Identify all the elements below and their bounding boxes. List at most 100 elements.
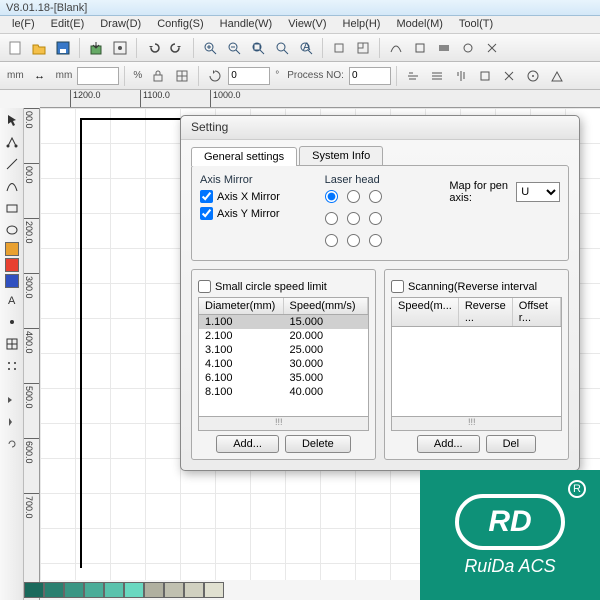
- laser-head-radio-bl[interactable]: [325, 234, 338, 247]
- scrollbar-horizontal-2[interactable]: [391, 417, 562, 431]
- width-input[interactable]: [77, 67, 119, 85]
- swatch[interactable]: [44, 582, 64, 598]
- laser-head-radio-tr[interactable]: [369, 190, 382, 203]
- swatch[interactable]: [184, 582, 204, 598]
- new-file-icon[interactable]: [4, 37, 26, 59]
- swatch[interactable]: [164, 582, 184, 598]
- table-row[interactable]: 2.10020.000: [199, 329, 368, 343]
- swatch[interactable]: [204, 582, 224, 598]
- color-swatch-blue[interactable]: [5, 274, 19, 288]
- menu-config[interactable]: Config(S): [149, 16, 211, 33]
- rotate-input[interactable]: [228, 67, 270, 85]
- laser-head-radio-bc[interactable]: [347, 234, 360, 247]
- menu-help[interactable]: Help(H): [335, 16, 389, 33]
- col-speed[interactable]: Speed(mm/s): [284, 298, 369, 314]
- tab-general-settings[interactable]: General settings: [191, 147, 297, 166]
- swatch[interactable]: [144, 582, 164, 598]
- rotate-tool-icon[interactable]: [2, 434, 22, 454]
- table-row[interactable]: 3.10025.000: [199, 343, 368, 357]
- align6-icon[interactable]: [522, 65, 544, 87]
- ellipse-tool-icon[interactable]: [2, 220, 22, 240]
- menu-handle[interactable]: Handle(W): [212, 16, 281, 33]
- scanning-checkbox[interactable]: Scanning(Reverse interval: [391, 280, 562, 293]
- laser-head-radio-mr[interactable]: [369, 212, 382, 225]
- laser-head-radio-tl[interactable]: [325, 190, 338, 203]
- select-tool-icon[interactable]: [2, 110, 22, 130]
- rect-tool-icon[interactable]: [2, 198, 22, 218]
- export-icon[interactable]: [109, 37, 131, 59]
- axis-y-mirror-checkbox[interactable]: Axis Y Mirror: [200, 207, 311, 220]
- grid-icon[interactable]: [352, 37, 374, 59]
- align5-icon[interactable]: [498, 65, 520, 87]
- menu-draw[interactable]: Draw(D): [92, 16, 149, 33]
- menu-view[interactable]: View(V): [280, 16, 334, 33]
- swatch[interactable]: [124, 582, 144, 598]
- del-button-2[interactable]: Del: [486, 435, 537, 453]
- grid-tool-icon[interactable]: [2, 334, 22, 354]
- process-no-input[interactable]: [349, 67, 391, 85]
- color-swatch-orange[interactable]: [5, 242, 19, 256]
- laser-head-radio-br[interactable]: [369, 234, 382, 247]
- zoom-in-icon[interactable]: [199, 37, 221, 59]
- align4-icon[interactable]: [474, 65, 496, 87]
- align3-icon[interactable]: [450, 65, 472, 87]
- redo-icon[interactable]: [166, 37, 188, 59]
- zoom-select-icon[interactable]: [271, 37, 293, 59]
- point-tool-icon[interactable]: [2, 312, 22, 332]
- align2-icon[interactable]: [426, 65, 448, 87]
- open-file-icon[interactable]: [28, 37, 50, 59]
- menu-edit[interactable]: Edit(E): [43, 16, 93, 33]
- add-button-2[interactable]: Add...: [417, 435, 480, 453]
- col-offset[interactable]: Offset r...: [513, 298, 561, 326]
- import-icon[interactable]: [85, 37, 107, 59]
- menu-model[interactable]: Model(M): [388, 16, 450, 33]
- map-pen-axis-select[interactable]: U: [516, 182, 560, 202]
- table-row[interactable]: 8.10040.000: [199, 385, 368, 399]
- align1-icon[interactable]: [402, 65, 424, 87]
- line-tool-icon[interactable]: [2, 154, 22, 174]
- text-tool-icon[interactable]: A: [2, 290, 22, 310]
- undo-icon[interactable]: [142, 37, 164, 59]
- col-reverse[interactable]: Reverse ...: [459, 298, 513, 326]
- table-row[interactable]: 6.10035.000: [199, 371, 368, 385]
- lock-icon[interactable]: [147, 65, 169, 87]
- save-file-icon[interactable]: [52, 37, 74, 59]
- zoom-all-icon[interactable]: A: [295, 37, 317, 59]
- zoom-out-icon[interactable]: [223, 37, 245, 59]
- add-button-1[interactable]: Add...: [216, 435, 279, 453]
- delete-button-1[interactable]: Delete: [285, 435, 351, 453]
- swatch[interactable]: [84, 582, 104, 598]
- swatch[interactable]: [64, 582, 84, 598]
- laser-head-radio-ml[interactable]: [325, 212, 338, 225]
- arrow-h-icon[interactable]: ↔: [29, 65, 51, 87]
- rotate-icon[interactable]: [204, 65, 226, 87]
- array-tool-icon[interactable]: [2, 356, 22, 376]
- curve-tool-icon[interactable]: [2, 176, 22, 196]
- menu-file[interactable]: le(F): [4, 16, 43, 33]
- mirror-h-tool-icon[interactable]: [2, 412, 22, 432]
- shape3-icon[interactable]: [457, 37, 479, 59]
- align7-icon[interactable]: [546, 65, 568, 87]
- col-diameter[interactable]: Diameter(mm): [199, 298, 284, 314]
- table-row[interactable]: 4.10030.000: [199, 357, 368, 371]
- path-icon[interactable]: [385, 37, 407, 59]
- col-speed2[interactable]: Speed(m...: [392, 298, 459, 326]
- axis-x-mirror-checkbox[interactable]: Axis X Mirror: [200, 190, 311, 203]
- table-row[interactable]: 1.10015.000: [199, 315, 368, 329]
- laser-head-radio-mc[interactable]: [347, 212, 360, 225]
- node-tool-icon[interactable]: [2, 132, 22, 152]
- zoom-fit-icon[interactable]: [247, 37, 269, 59]
- shape4-icon[interactable]: [481, 37, 503, 59]
- menu-tool[interactable]: Tool(T): [451, 16, 501, 33]
- swatch[interactable]: [24, 582, 44, 598]
- pan-icon[interactable]: [328, 37, 350, 59]
- shape1-icon[interactable]: [409, 37, 431, 59]
- mirror-v-tool-icon[interactable]: [2, 390, 22, 410]
- shape2-icon[interactable]: [433, 37, 455, 59]
- tab-system-info[interactable]: System Info: [299, 146, 383, 165]
- small-circle-checkbox[interactable]: Small circle speed limit: [198, 280, 369, 293]
- snap-icon[interactable]: [171, 65, 193, 87]
- laser-head-radio-tc[interactable]: [347, 190, 360, 203]
- scrollbar-horizontal[interactable]: [198, 417, 369, 431]
- swatch[interactable]: [104, 582, 124, 598]
